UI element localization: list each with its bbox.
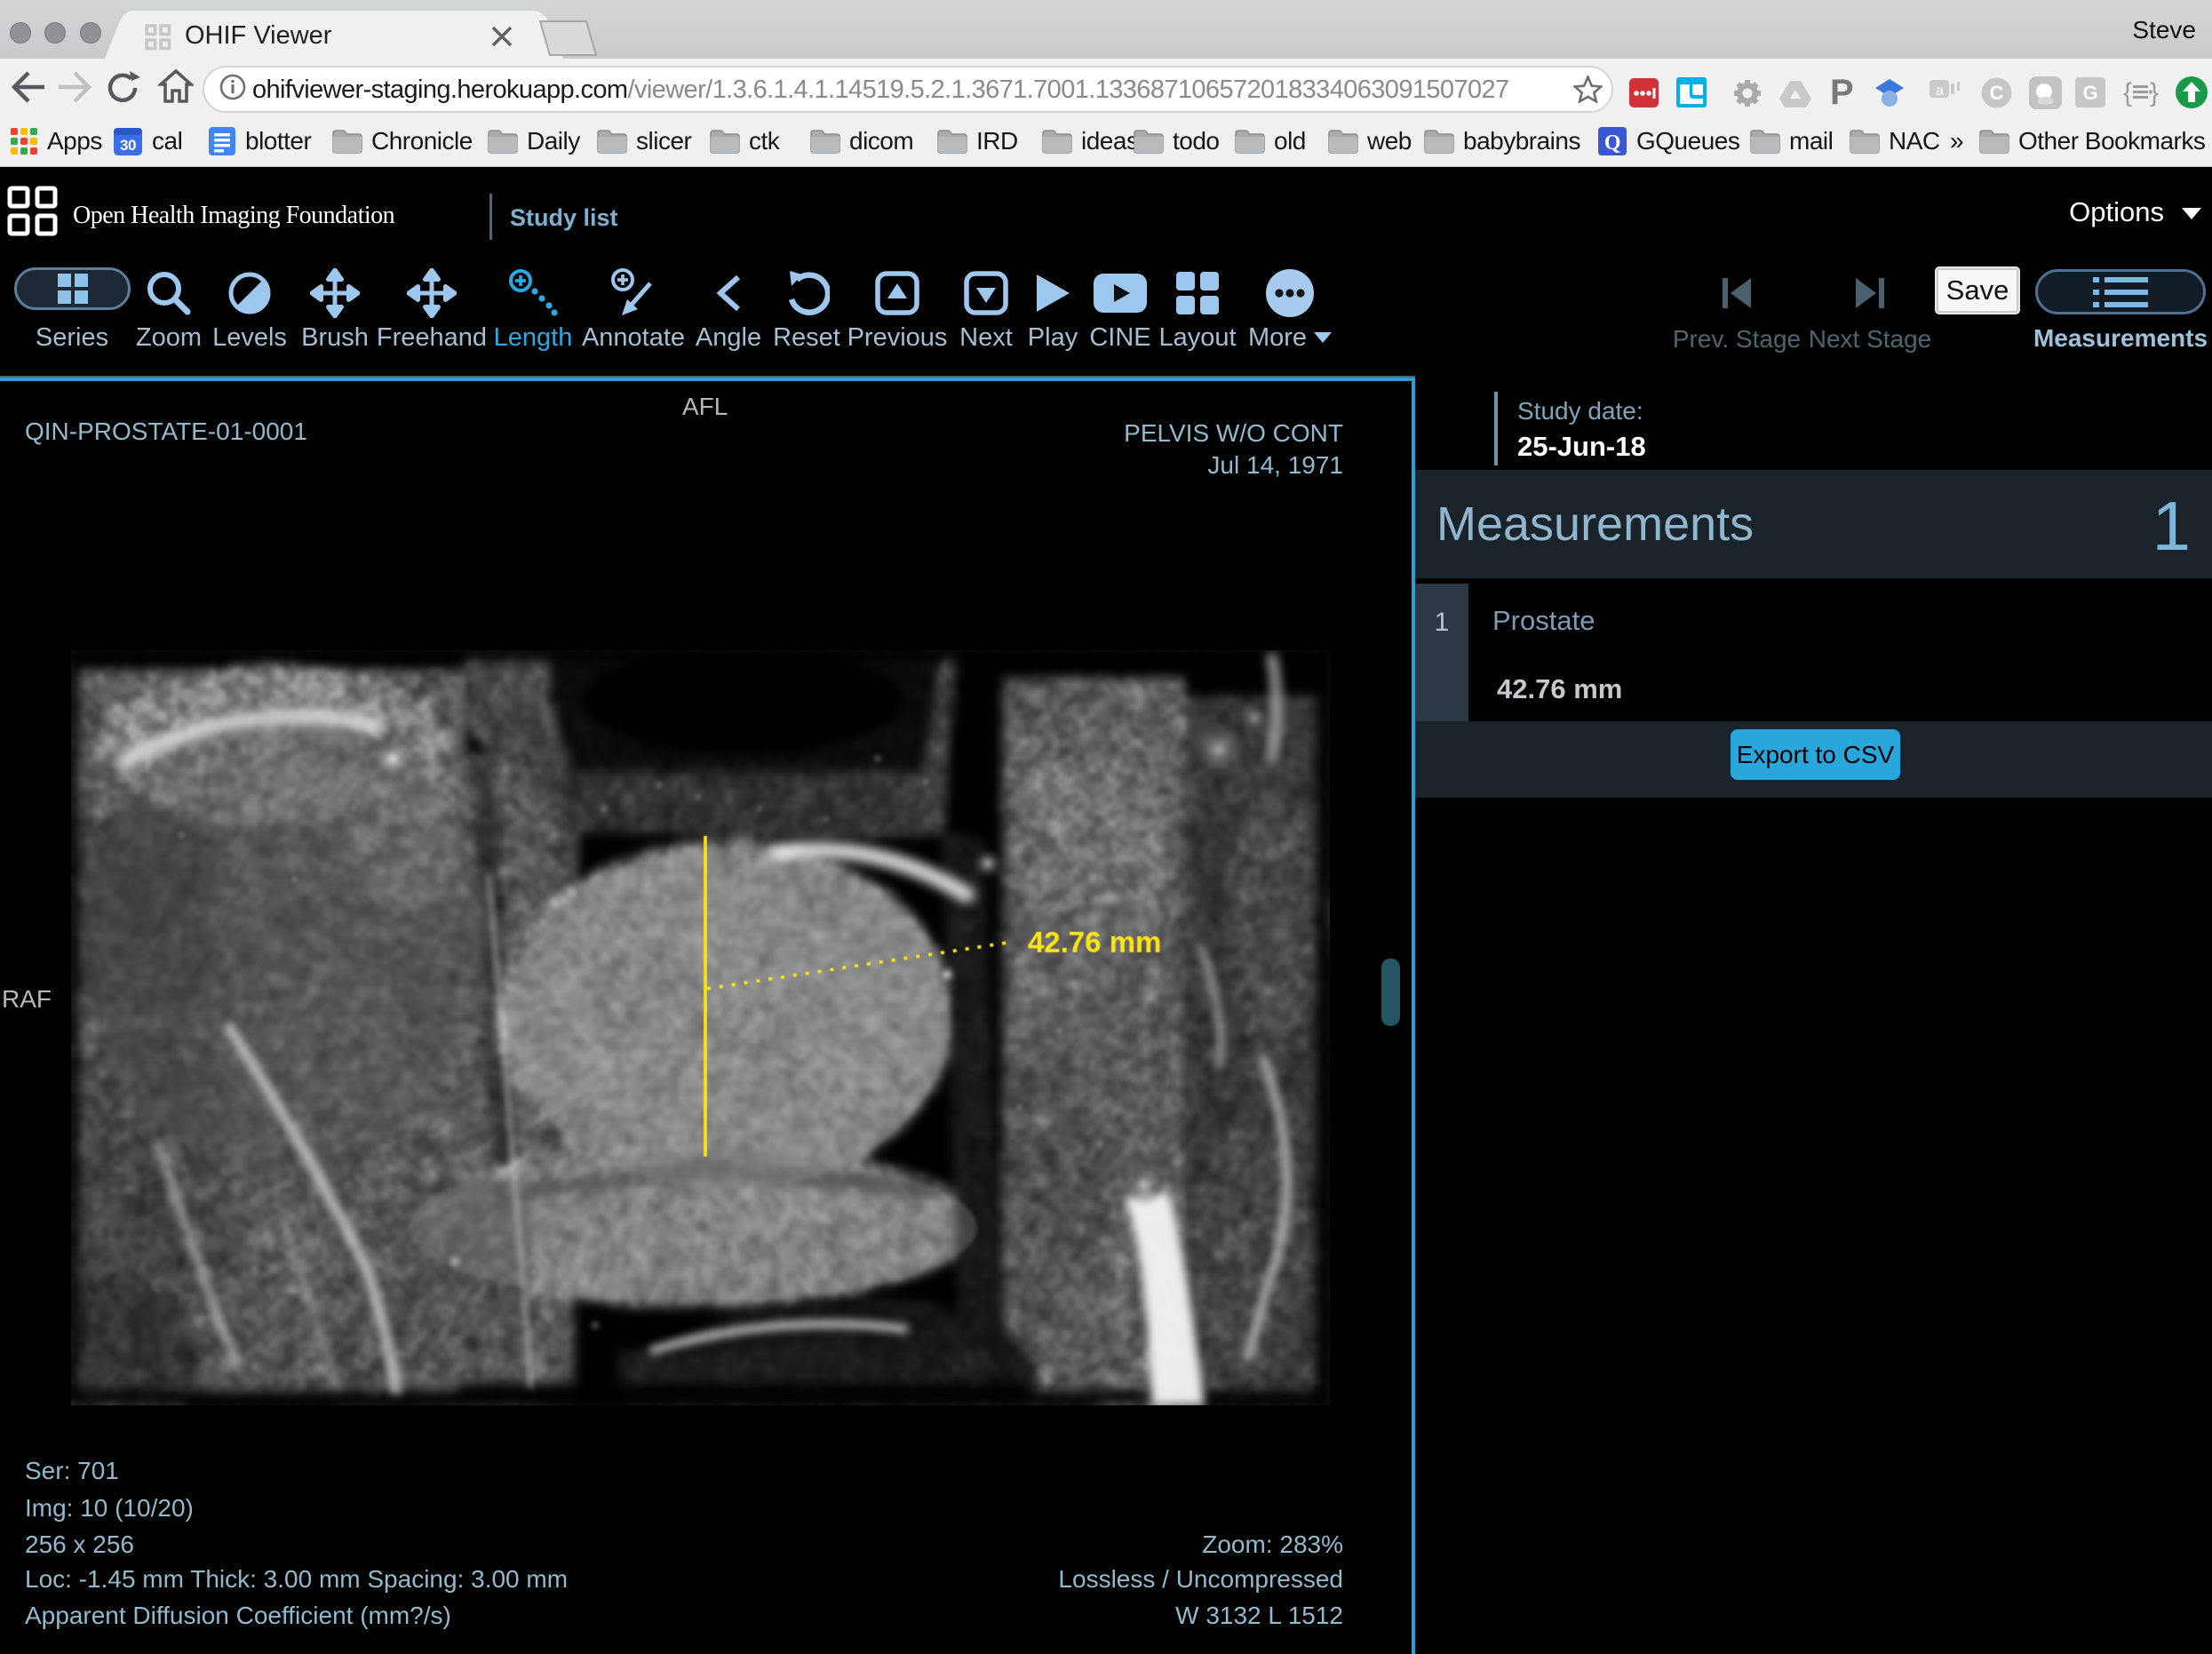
svg-text:Q: Q	[1604, 131, 1620, 155]
svg-text:C: C	[1990, 82, 2004, 104]
svg-text:{: {	[2123, 78, 2132, 107]
svg-text:P: P	[1830, 76, 1854, 109]
svg-text:a: a	[1936, 83, 1944, 99]
svg-text:G: G	[2082, 82, 2097, 104]
svg-text:30: 30	[120, 137, 136, 154]
svg-text:}: }	[2150, 78, 2159, 107]
